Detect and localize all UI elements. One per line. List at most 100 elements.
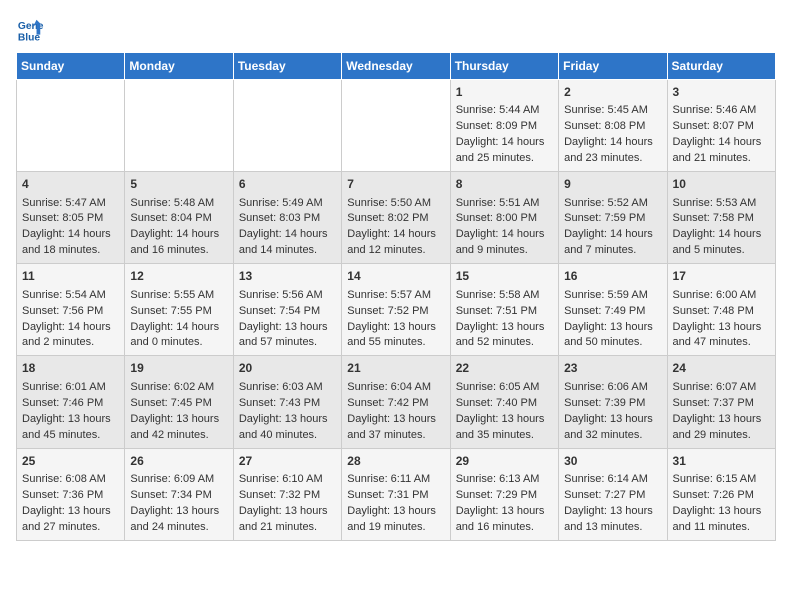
day-info: and 12 minutes.: [347, 243, 444, 259]
day-info: and 55 minutes.: [347, 335, 444, 351]
day-info: and 52 minutes.: [456, 335, 553, 351]
day-number: 2: [564, 84, 661, 101]
calendar-cell: 22Sunrise: 6:05 AMSunset: 7:40 PMDayligh…: [450, 356, 558, 448]
day-info: and 19 minutes.: [347, 520, 444, 536]
day-info: Sunrise: 5:50 AM: [347, 196, 444, 212]
calendar-week-row: 18Sunrise: 6:01 AMSunset: 7:46 PMDayligh…: [17, 356, 776, 448]
day-info: Daylight: 13 hours: [347, 320, 444, 336]
day-number: 13: [239, 268, 336, 285]
day-info: and 0 minutes.: [130, 335, 227, 351]
calendar-week-row: 4Sunrise: 5:47 AMSunset: 8:05 PMDaylight…: [17, 172, 776, 264]
calendar-header-row: SundayMondayTuesdayWednesdayThursdayFrid…: [17, 53, 776, 80]
day-info: Sunrise: 5:56 AM: [239, 288, 336, 304]
day-info: Daylight: 14 hours: [347, 227, 444, 243]
day-info: Sunrise: 6:10 AM: [239, 472, 336, 488]
day-info: Sunrise: 6:09 AM: [130, 472, 227, 488]
calendar-cell: 31Sunrise: 6:15 AMSunset: 7:26 PMDayligh…: [667, 448, 775, 540]
day-info: Sunset: 7:55 PM: [130, 304, 227, 320]
day-info: Daylight: 13 hours: [347, 412, 444, 428]
day-info: Daylight: 14 hours: [673, 227, 770, 243]
day-number: 23: [564, 360, 661, 377]
day-info: Sunset: 7:32 PM: [239, 488, 336, 504]
day-info: Sunrise: 6:06 AM: [564, 380, 661, 396]
day-info: Sunset: 7:58 PM: [673, 211, 770, 227]
calendar-cell: 15Sunrise: 5:58 AMSunset: 7:51 PMDayligh…: [450, 264, 558, 356]
day-number: 18: [22, 360, 119, 377]
column-header-tuesday: Tuesday: [233, 53, 341, 80]
day-info: and 16 minutes.: [130, 243, 227, 259]
day-info: Sunrise: 5:47 AM: [22, 196, 119, 212]
day-info: and 29 minutes.: [673, 428, 770, 444]
day-info: Daylight: 13 hours: [564, 412, 661, 428]
logo-icon: General Blue: [16, 16, 44, 44]
calendar-cell: 16Sunrise: 5:59 AMSunset: 7:49 PMDayligh…: [559, 264, 667, 356]
day-info: and 11 minutes.: [673, 520, 770, 536]
calendar-cell: 2Sunrise: 5:45 AMSunset: 8:08 PMDaylight…: [559, 80, 667, 172]
day-info: Sunset: 7:40 PM: [456, 396, 553, 412]
day-number: 31: [673, 453, 770, 470]
day-info: Sunrise: 5:48 AM: [130, 196, 227, 212]
day-info: Daylight: 13 hours: [456, 504, 553, 520]
day-number: 24: [673, 360, 770, 377]
day-info: Sunset: 7:31 PM: [347, 488, 444, 504]
day-info: Sunset: 7:45 PM: [130, 396, 227, 412]
day-info: Sunrise: 5:45 AM: [564, 103, 661, 119]
day-info: and 7 minutes.: [564, 243, 661, 259]
day-info: Sunrise: 5:51 AM: [456, 196, 553, 212]
calendar-cell: [17, 80, 125, 172]
day-info: and 13 minutes.: [564, 520, 661, 536]
day-info: and 18 minutes.: [22, 243, 119, 259]
day-info: Daylight: 13 hours: [22, 412, 119, 428]
column-header-sunday: Sunday: [17, 53, 125, 80]
day-info: Sunset: 7:34 PM: [130, 488, 227, 504]
calendar-week-row: 1Sunrise: 5:44 AMSunset: 8:09 PMDaylight…: [17, 80, 776, 172]
day-info: Sunrise: 5:57 AM: [347, 288, 444, 304]
day-info: and 45 minutes.: [22, 428, 119, 444]
day-number: 3: [673, 84, 770, 101]
day-info: Daylight: 14 hours: [456, 135, 553, 151]
day-number: 27: [239, 453, 336, 470]
day-number: 11: [22, 268, 119, 285]
day-info: Daylight: 13 hours: [239, 504, 336, 520]
calendar-cell: [342, 80, 450, 172]
day-info: Sunrise: 6:08 AM: [22, 472, 119, 488]
column-header-saturday: Saturday: [667, 53, 775, 80]
day-info: Sunset: 7:39 PM: [564, 396, 661, 412]
day-info: Sunrise: 6:11 AM: [347, 472, 444, 488]
calendar-cell: 17Sunrise: 6:00 AMSunset: 7:48 PMDayligh…: [667, 264, 775, 356]
day-info: and 32 minutes.: [564, 428, 661, 444]
column-header-friday: Friday: [559, 53, 667, 80]
calendar-cell: 20Sunrise: 6:03 AMSunset: 7:43 PMDayligh…: [233, 356, 341, 448]
calendar-cell: [233, 80, 341, 172]
day-number: 16: [564, 268, 661, 285]
day-number: 8: [456, 176, 553, 193]
day-info: Sunset: 7:26 PM: [673, 488, 770, 504]
day-info: Sunset: 8:00 PM: [456, 211, 553, 227]
calendar-cell: 4Sunrise: 5:47 AMSunset: 8:05 PMDaylight…: [17, 172, 125, 264]
day-info: Daylight: 13 hours: [130, 504, 227, 520]
day-info: Daylight: 14 hours: [22, 227, 119, 243]
day-number: 5: [130, 176, 227, 193]
calendar-cell: 8Sunrise: 5:51 AMSunset: 8:00 PMDaylight…: [450, 172, 558, 264]
column-header-thursday: Thursday: [450, 53, 558, 80]
day-info: and 16 minutes.: [456, 520, 553, 536]
calendar-cell: 19Sunrise: 6:02 AMSunset: 7:45 PMDayligh…: [125, 356, 233, 448]
day-info: Sunset: 7:48 PM: [673, 304, 770, 320]
day-info: Daylight: 14 hours: [239, 227, 336, 243]
calendar-cell: [125, 80, 233, 172]
day-info: Sunset: 7:54 PM: [239, 304, 336, 320]
day-info: Sunrise: 6:01 AM: [22, 380, 119, 396]
day-number: 28: [347, 453, 444, 470]
day-info: Sunrise: 5:52 AM: [564, 196, 661, 212]
day-info: Daylight: 13 hours: [456, 412, 553, 428]
day-info: and 57 minutes.: [239, 335, 336, 351]
day-number: 22: [456, 360, 553, 377]
calendar-table: SundayMondayTuesdayWednesdayThursdayFrid…: [16, 52, 776, 541]
calendar-cell: 25Sunrise: 6:08 AMSunset: 7:36 PMDayligh…: [17, 448, 125, 540]
day-info: Sunrise: 5:58 AM: [456, 288, 553, 304]
day-info: Sunrise: 6:14 AM: [564, 472, 661, 488]
day-info: Daylight: 14 hours: [564, 135, 661, 151]
day-info: Daylight: 13 hours: [239, 320, 336, 336]
day-info: and 50 minutes.: [564, 335, 661, 351]
calendar-cell: 5Sunrise: 5:48 AMSunset: 8:04 PMDaylight…: [125, 172, 233, 264]
